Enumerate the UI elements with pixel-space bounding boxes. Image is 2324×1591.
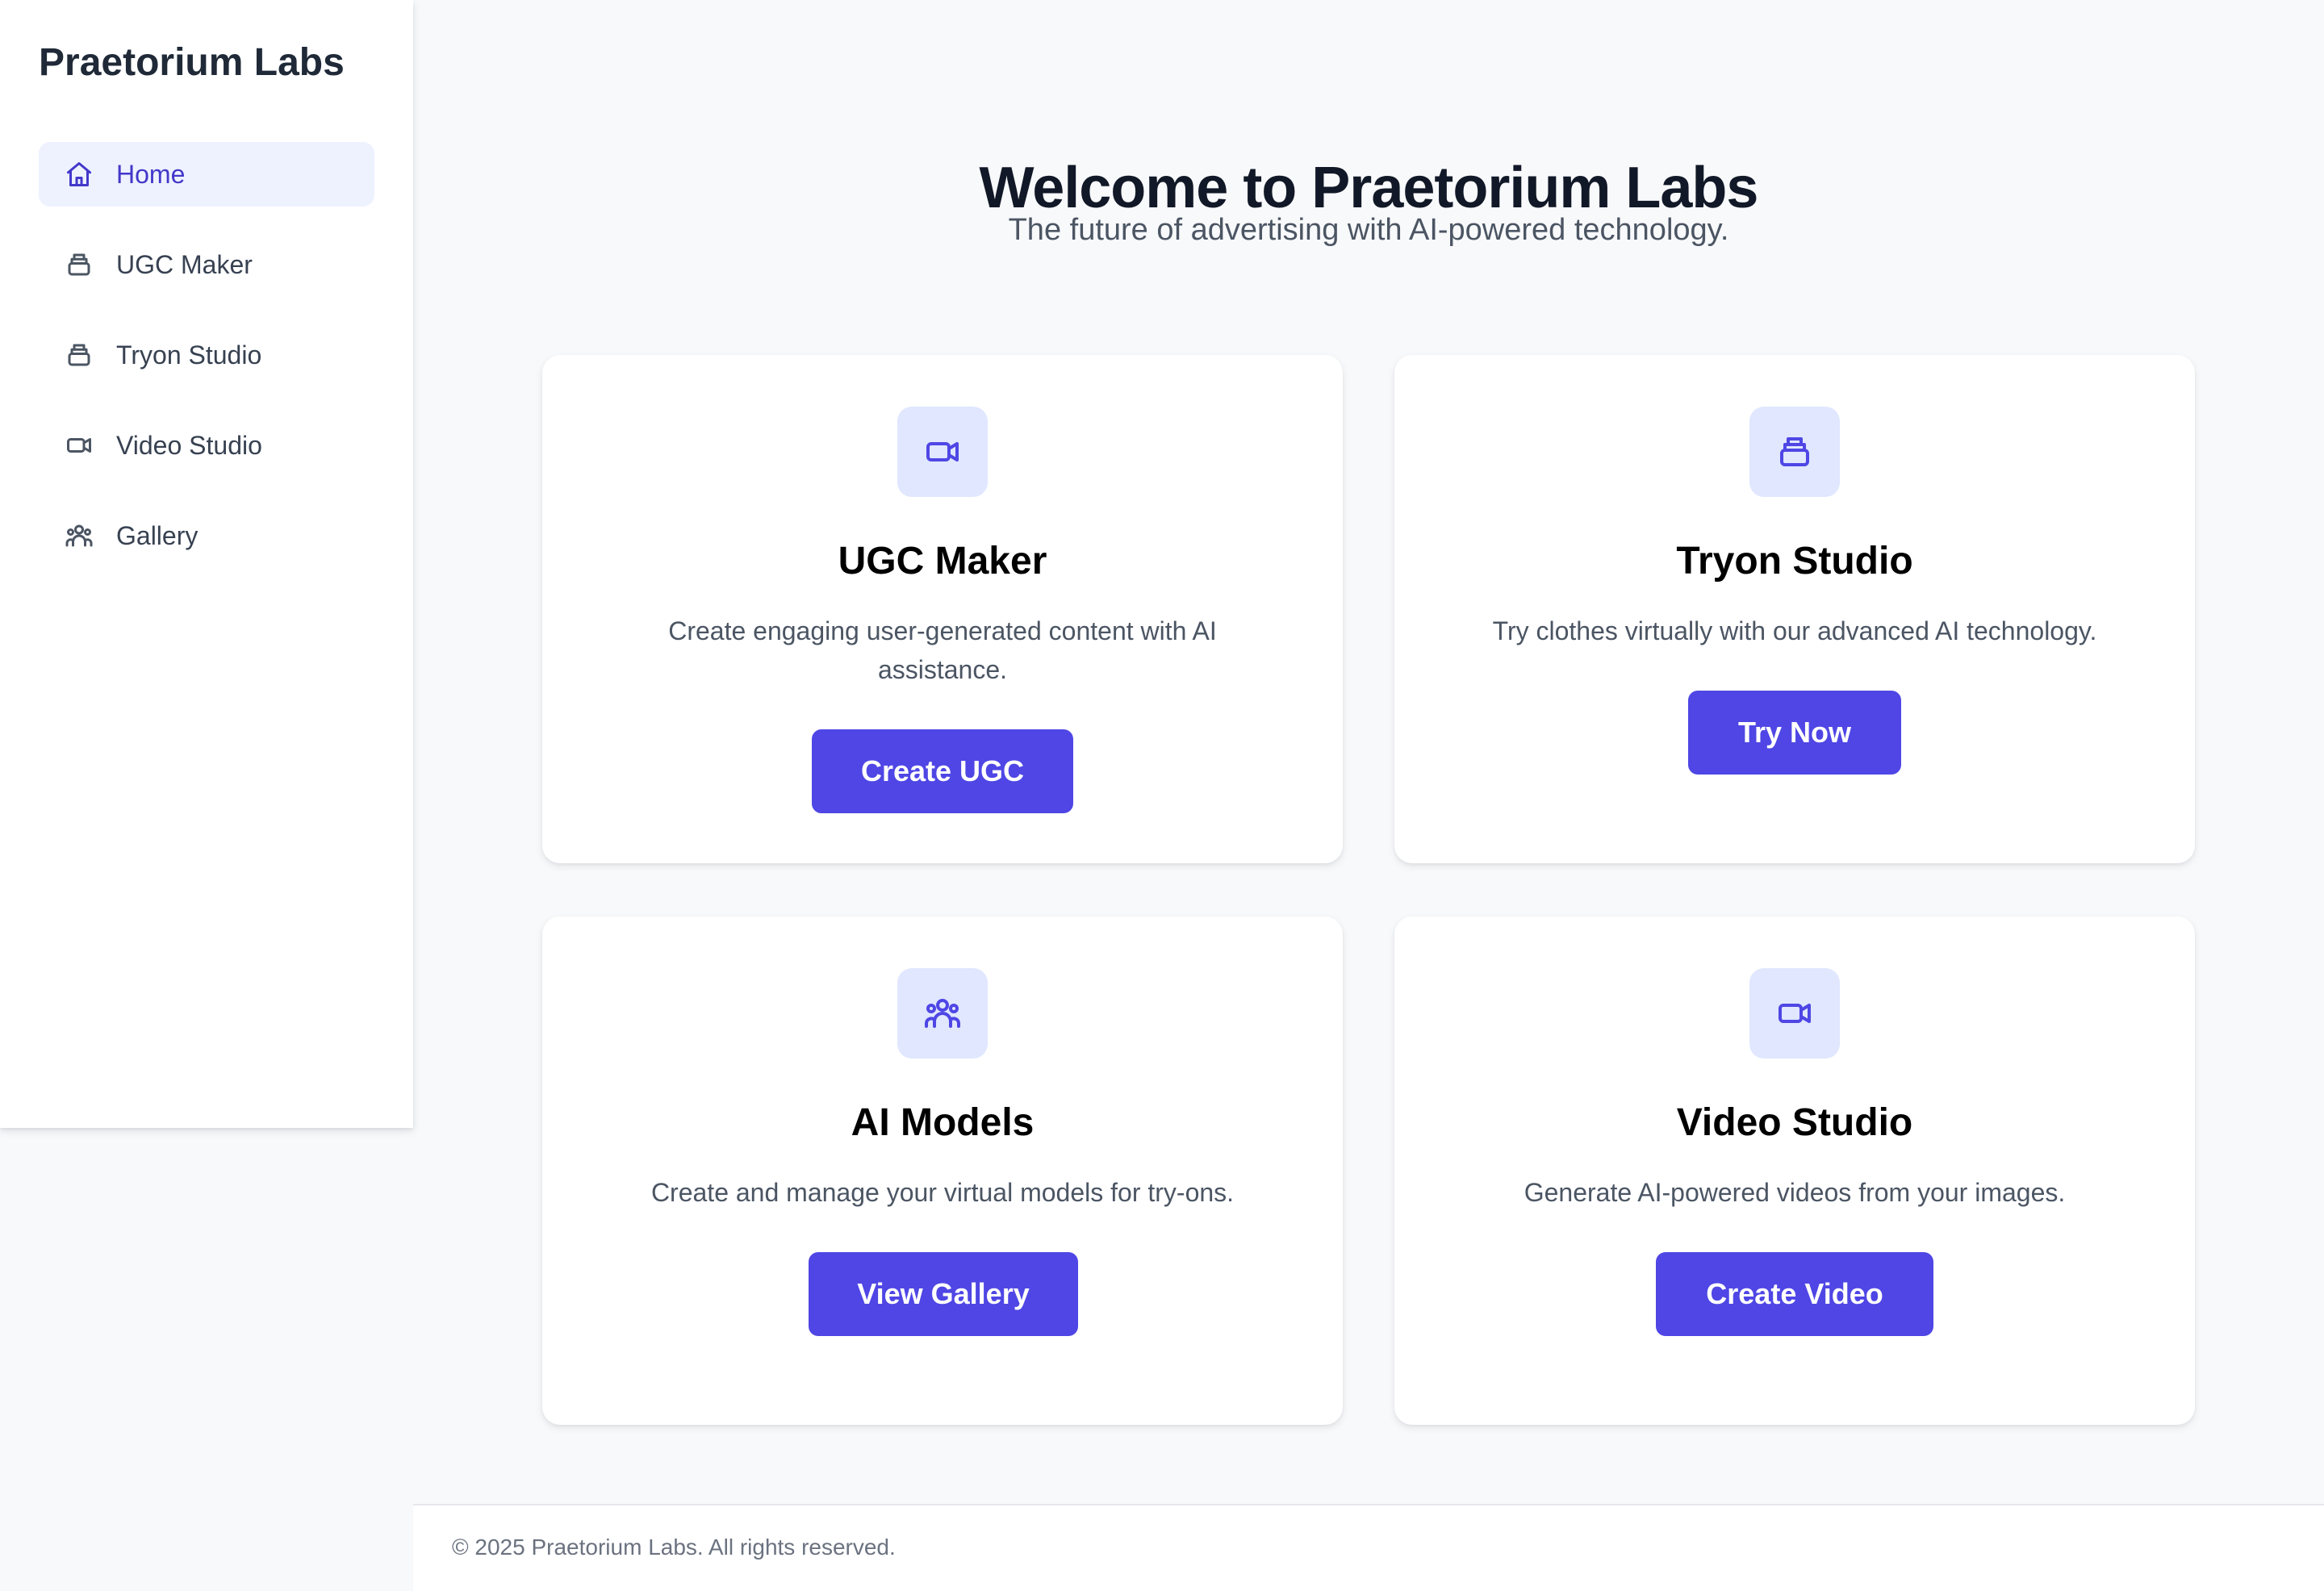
sidebar-item-home[interactable]: Home — [39, 142, 374, 207]
sidebar-item-ugc-maker[interactable]: UGC Maker — [39, 232, 374, 297]
view-gallery-button[interactable]: View Gallery — [809, 1252, 1078, 1336]
people-group-icon — [65, 521, 94, 550]
create-ugc-button[interactable]: Create UGC — [812, 729, 1073, 813]
card-description: Try clothes virtually with our advanced … — [1492, 616, 2097, 645]
stack-icon — [65, 340, 94, 370]
video-camera-icon — [65, 431, 94, 460]
sidebar: Praetorium Labs Home UGC Maker Tryon Stu… — [0, 0, 413, 1128]
sidebar-item-label: UGC Maker — [116, 249, 253, 279]
sidebar-item-label: Home — [116, 159, 186, 189]
create-video-button[interactable]: Create Video — [1656, 1252, 1933, 1336]
video-camera-icon — [897, 407, 988, 497]
card-title: UGC Maker — [838, 540, 1047, 583]
feature-card-tryon-studio: Tryon Studio Try clothes virtually with … — [1394, 355, 2195, 863]
sidebar-item-video-studio[interactable]: Video Studio — [39, 413, 374, 478]
brand-title: Praetorium Labs — [39, 41, 345, 84]
feature-card-ai-models: AI Models Create and manage your virtual… — [542, 917, 1343, 1425]
sidebar-item-label: Gallery — [116, 520, 199, 550]
card-title: AI Models — [851, 1101, 1035, 1144]
stack-icon — [1749, 407, 1840, 497]
sidebar-item-label: Tryon Studio — [116, 340, 262, 370]
stack-icon — [65, 250, 94, 279]
feature-card-ugc-maker: UGC Maker Create engaging user-generated… — [542, 355, 1343, 863]
copyright-text: © 2025 Praetorium Labs. All rights reser… — [452, 1535, 896, 1560]
video-camera-icon — [1749, 968, 1840, 1059]
card-title: Video Studio — [1676, 1101, 1913, 1144]
sidebar-item-gallery[interactable]: Gallery — [39, 503, 374, 568]
card-description: Create engaging user-generated content w… — [668, 616, 1217, 684]
sidebar-nav: Home UGC Maker Tryon Studio Video Studio… — [39, 142, 374, 594]
card-description: Generate AI-powered videos from your ima… — [1524, 1178, 2066, 1207]
card-title: Tryon Studio — [1676, 540, 1913, 583]
card-description: Create and manage your virtual models fo… — [650, 1178, 1235, 1207]
home-icon — [65, 160, 94, 189]
page-subtitle: The future of advertising with AI-powere… — [1008, 213, 1729, 247]
people-group-icon — [897, 968, 988, 1059]
sidebar-item-tryon-studio[interactable]: Tryon Studio — [39, 323, 374, 387]
footer: © 2025 Praetorium Labs. All rights reser… — [413, 1504, 2324, 1591]
main-content: Welcome to Praetorium Labs The future of… — [413, 0, 2324, 1505]
sidebar-item-label: Video Studio — [116, 430, 262, 460]
try-now-button[interactable]: Try Now — [1688, 691, 1901, 775]
feature-card-video-studio: Video Studio Generate AI-powered videos … — [1394, 917, 2195, 1425]
